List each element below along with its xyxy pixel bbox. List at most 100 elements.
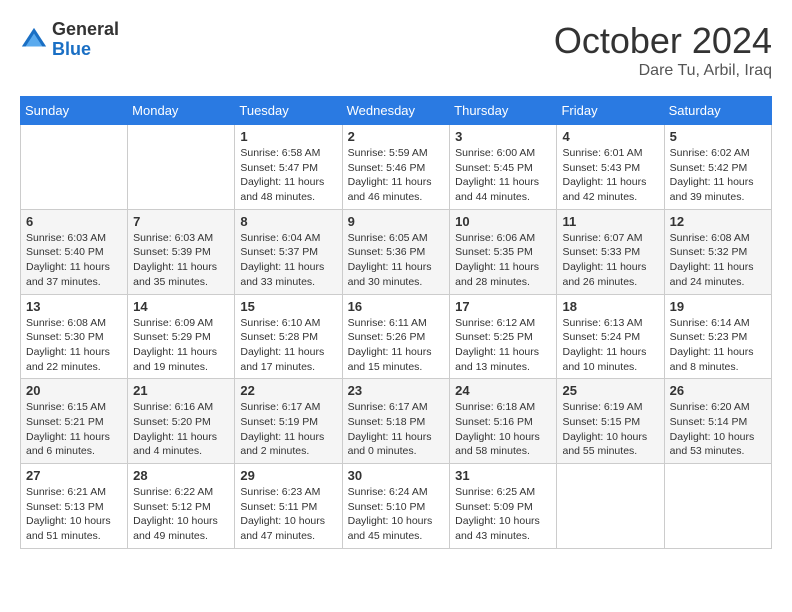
day-number: 21: [133, 383, 229, 398]
day-info: Sunrise: 6:19 AM Sunset: 5:15 PM Dayligh…: [562, 400, 658, 459]
day-number: 23: [348, 383, 445, 398]
day-number: 19: [670, 299, 766, 314]
day-number: 3: [455, 129, 551, 144]
calendar-week-row: 6 Sunrise: 6:03 AM Sunset: 5:40 PM Dayli…: [21, 209, 772, 294]
calendar-cell: [664, 464, 771, 549]
day-info: Sunrise: 6:04 AM Sunset: 5:37 PM Dayligh…: [240, 231, 336, 290]
day-number: 4: [562, 129, 658, 144]
calendar-cell: 4 Sunrise: 6:01 AM Sunset: 5:43 PM Dayli…: [557, 125, 664, 210]
calendar-cell: 21 Sunrise: 6:16 AM Sunset: 5:20 PM Dayl…: [128, 379, 235, 464]
calendar-week-row: 1 Sunrise: 6:58 AM Sunset: 5:47 PM Dayli…: [21, 125, 772, 210]
day-info: Sunrise: 6:58 AM Sunset: 5:47 PM Dayligh…: [240, 146, 336, 205]
calendar-cell: 5 Sunrise: 6:02 AM Sunset: 5:42 PM Dayli…: [664, 125, 771, 210]
day-info: Sunrise: 6:14 AM Sunset: 5:23 PM Dayligh…: [670, 316, 766, 375]
logo-blue-text: Blue: [52, 40, 119, 60]
calendar-header-row: SundayMondayTuesdayWednesdayThursdayFrid…: [21, 97, 772, 125]
day-info: Sunrise: 6:21 AM Sunset: 5:13 PM Dayligh…: [26, 485, 122, 544]
day-number: 20: [26, 383, 122, 398]
calendar-cell: 16 Sunrise: 6:11 AM Sunset: 5:26 PM Dayl…: [342, 294, 450, 379]
day-number: 7: [133, 214, 229, 229]
calendar-cell: [21, 125, 128, 210]
day-number: 11: [562, 214, 658, 229]
calendar-cell: 9 Sunrise: 6:05 AM Sunset: 5:36 PM Dayli…: [342, 209, 450, 294]
day-number: 28: [133, 468, 229, 483]
day-number: 1: [240, 129, 336, 144]
day-number: 8: [240, 214, 336, 229]
calendar-week-row: 13 Sunrise: 6:08 AM Sunset: 5:30 PM Dayl…: [21, 294, 772, 379]
day-info: Sunrise: 6:03 AM Sunset: 5:40 PM Dayligh…: [26, 231, 122, 290]
calendar-cell: 31 Sunrise: 6:25 AM Sunset: 5:09 PM Dayl…: [450, 464, 557, 549]
day-number: 9: [348, 214, 445, 229]
day-number: 14: [133, 299, 229, 314]
day-info: Sunrise: 6:08 AM Sunset: 5:32 PM Dayligh…: [670, 231, 766, 290]
calendar-cell: 19 Sunrise: 6:14 AM Sunset: 5:23 PM Dayl…: [664, 294, 771, 379]
day-number: 16: [348, 299, 445, 314]
calendar-cell: 26 Sunrise: 6:20 AM Sunset: 5:14 PM Dayl…: [664, 379, 771, 464]
day-number: 18: [562, 299, 658, 314]
day-info: Sunrise: 6:22 AM Sunset: 5:12 PM Dayligh…: [133, 485, 229, 544]
day-number: 29: [240, 468, 336, 483]
calendar-cell: 8 Sunrise: 6:04 AM Sunset: 5:37 PM Dayli…: [235, 209, 342, 294]
calendar-cell: 2 Sunrise: 5:59 AM Sunset: 5:46 PM Dayli…: [342, 125, 450, 210]
day-number: 12: [670, 214, 766, 229]
logo-general-text: General: [52, 20, 119, 40]
day-info: Sunrise: 6:15 AM Sunset: 5:21 PM Dayligh…: [26, 400, 122, 459]
day-info: Sunrise: 6:11 AM Sunset: 5:26 PM Dayligh…: [348, 316, 445, 375]
calendar-cell: 6 Sunrise: 6:03 AM Sunset: 5:40 PM Dayli…: [21, 209, 128, 294]
calendar-cell: 28 Sunrise: 6:22 AM Sunset: 5:12 PM Dayl…: [128, 464, 235, 549]
weekday-header: Sunday: [21, 97, 128, 125]
day-info: Sunrise: 6:02 AM Sunset: 5:42 PM Dayligh…: [670, 146, 766, 205]
calendar-cell: 22 Sunrise: 6:17 AM Sunset: 5:19 PM Dayl…: [235, 379, 342, 464]
day-info: Sunrise: 6:13 AM Sunset: 5:24 PM Dayligh…: [562, 316, 658, 375]
calendar-week-row: 20 Sunrise: 6:15 AM Sunset: 5:21 PM Dayl…: [21, 379, 772, 464]
day-number: 13: [26, 299, 122, 314]
day-info: Sunrise: 6:23 AM Sunset: 5:11 PM Dayligh…: [240, 485, 336, 544]
day-number: 25: [562, 383, 658, 398]
day-number: 27: [26, 468, 122, 483]
calendar-table: SundayMondayTuesdayWednesdayThursdayFrid…: [20, 96, 772, 549]
day-number: 17: [455, 299, 551, 314]
calendar-cell: [128, 125, 235, 210]
calendar-cell: 23 Sunrise: 6:17 AM Sunset: 5:18 PM Dayl…: [342, 379, 450, 464]
day-info: Sunrise: 6:24 AM Sunset: 5:10 PM Dayligh…: [348, 485, 445, 544]
logo-icon: [20, 26, 48, 54]
day-number: 30: [348, 468, 445, 483]
calendar-cell: 12 Sunrise: 6:08 AM Sunset: 5:32 PM Dayl…: [664, 209, 771, 294]
calendar-cell: 25 Sunrise: 6:19 AM Sunset: 5:15 PM Dayl…: [557, 379, 664, 464]
calendar-week-row: 27 Sunrise: 6:21 AM Sunset: 5:13 PM Dayl…: [21, 464, 772, 549]
calendar-cell: 7 Sunrise: 6:03 AM Sunset: 5:39 PM Dayli…: [128, 209, 235, 294]
month-title: October 2024: [554, 20, 772, 62]
day-info: Sunrise: 6:05 AM Sunset: 5:36 PM Dayligh…: [348, 231, 445, 290]
day-info: Sunrise: 6:20 AM Sunset: 5:14 PM Dayligh…: [670, 400, 766, 459]
day-info: Sunrise: 6:01 AM Sunset: 5:43 PM Dayligh…: [562, 146, 658, 205]
title-block: October 2024 Dare Tu, Arbil, Iraq: [554, 20, 772, 80]
day-number: 2: [348, 129, 445, 144]
calendar-cell: 30 Sunrise: 6:24 AM Sunset: 5:10 PM Dayl…: [342, 464, 450, 549]
weekday-header: Tuesday: [235, 97, 342, 125]
day-info: Sunrise: 6:17 AM Sunset: 5:18 PM Dayligh…: [348, 400, 445, 459]
day-info: Sunrise: 6:25 AM Sunset: 5:09 PM Dayligh…: [455, 485, 551, 544]
day-info: Sunrise: 6:17 AM Sunset: 5:19 PM Dayligh…: [240, 400, 336, 459]
weekday-header: Friday: [557, 97, 664, 125]
calendar-cell: 29 Sunrise: 6:23 AM Sunset: 5:11 PM Dayl…: [235, 464, 342, 549]
calendar-cell: 10 Sunrise: 6:06 AM Sunset: 5:35 PM Dayl…: [450, 209, 557, 294]
weekday-header: Wednesday: [342, 97, 450, 125]
day-info: Sunrise: 6:07 AM Sunset: 5:33 PM Dayligh…: [562, 231, 658, 290]
day-number: 26: [670, 383, 766, 398]
calendar-cell: 11 Sunrise: 6:07 AM Sunset: 5:33 PM Dayl…: [557, 209, 664, 294]
weekday-header: Thursday: [450, 97, 557, 125]
day-number: 31: [455, 468, 551, 483]
calendar-cell: 18 Sunrise: 6:13 AM Sunset: 5:24 PM Dayl…: [557, 294, 664, 379]
day-info: Sunrise: 6:00 AM Sunset: 5:45 PM Dayligh…: [455, 146, 551, 205]
day-info: Sunrise: 6:09 AM Sunset: 5:29 PM Dayligh…: [133, 316, 229, 375]
day-info: Sunrise: 6:16 AM Sunset: 5:20 PM Dayligh…: [133, 400, 229, 459]
day-number: 10: [455, 214, 551, 229]
calendar-cell: 1 Sunrise: 6:58 AM Sunset: 5:47 PM Dayli…: [235, 125, 342, 210]
calendar-cell: 14 Sunrise: 6:09 AM Sunset: 5:29 PM Dayl…: [128, 294, 235, 379]
calendar-cell: 15 Sunrise: 6:10 AM Sunset: 5:28 PM Dayl…: [235, 294, 342, 379]
day-info: Sunrise: 6:06 AM Sunset: 5:35 PM Dayligh…: [455, 231, 551, 290]
day-number: 24: [455, 383, 551, 398]
day-number: 6: [26, 214, 122, 229]
calendar-cell: 20 Sunrise: 6:15 AM Sunset: 5:21 PM Dayl…: [21, 379, 128, 464]
page-header: General Blue October 2024 Dare Tu, Arbil…: [20, 20, 772, 80]
